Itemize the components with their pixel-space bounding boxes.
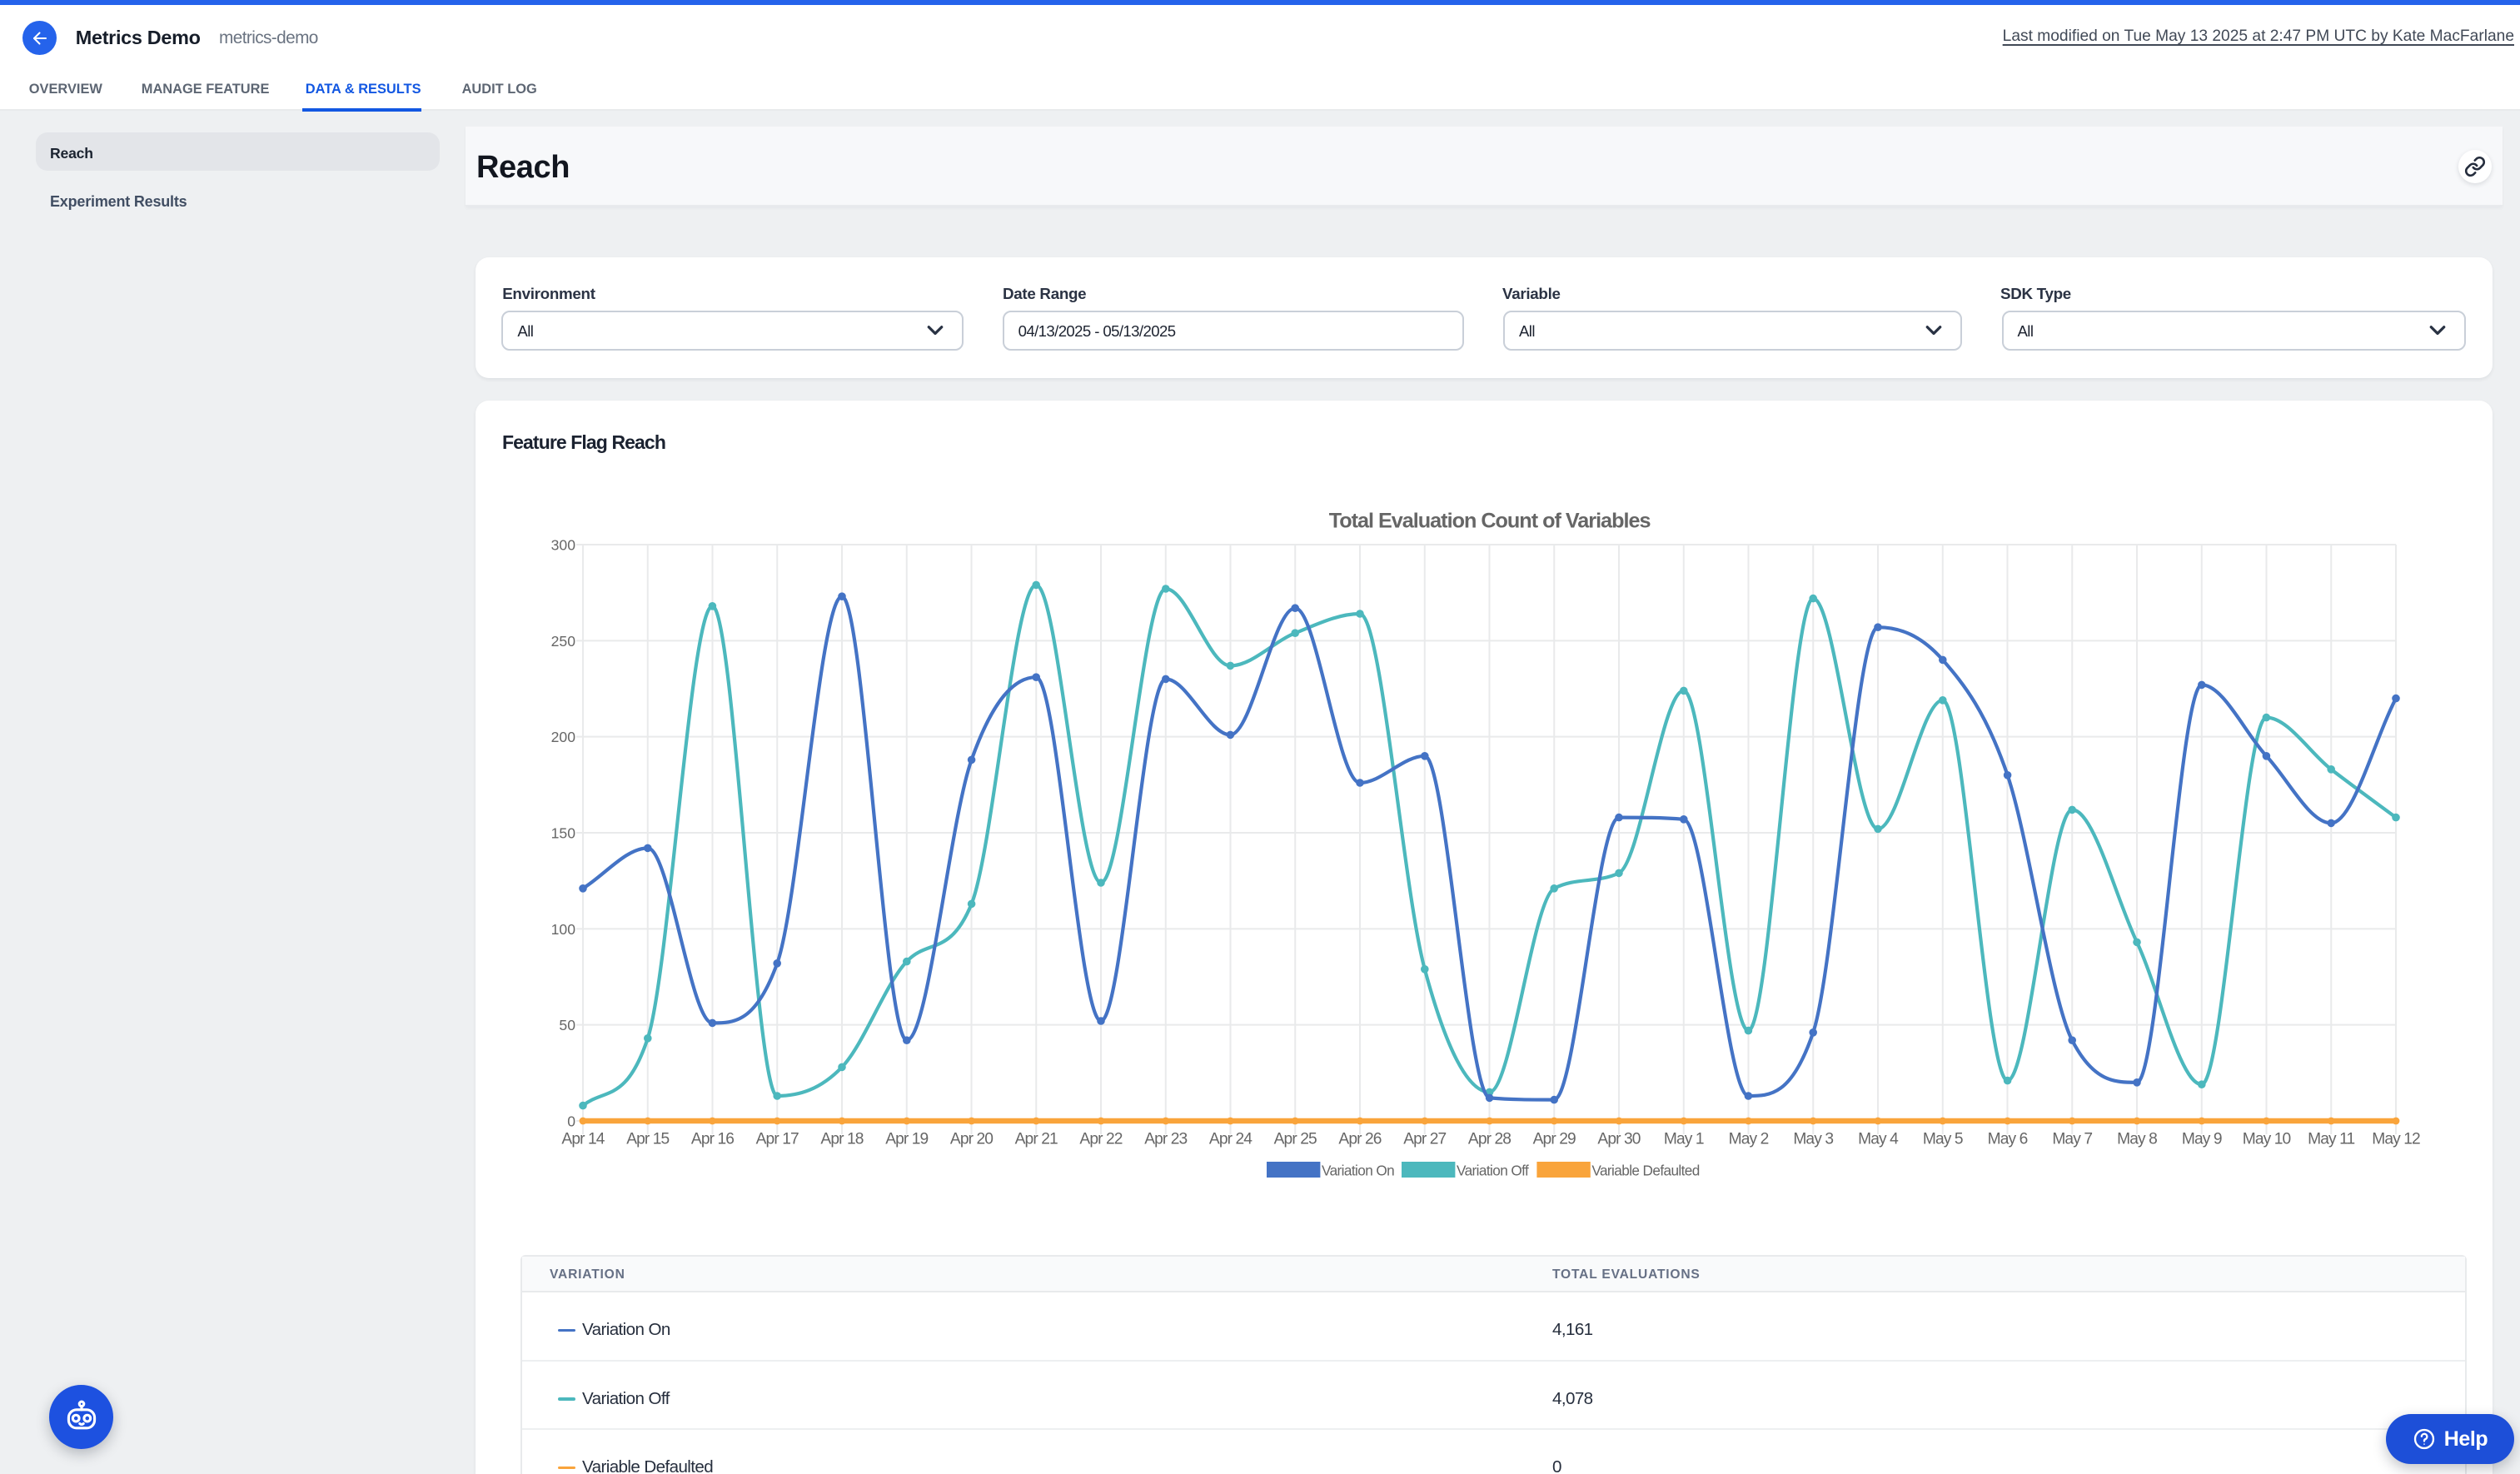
- svg-text:Variation Off: Variation Off: [1457, 1163, 1529, 1179]
- svg-text:May 7: May 7: [2052, 1130, 2092, 1148]
- svg-text:Apr 27: Apr 27: [1403, 1130, 1446, 1148]
- svg-text:150: 150: [551, 824, 576, 841]
- svg-text:Apr 23: Apr 23: [1144, 1130, 1187, 1148]
- svg-text:100: 100: [551, 921, 576, 938]
- svg-text:May 11: May 11: [2308, 1130, 2354, 1148]
- svg-text:250: 250: [551, 633, 576, 650]
- svg-text:May 9: May 9: [2182, 1130, 2222, 1148]
- svg-text:Apr 24: Apr 24: [1209, 1130, 1253, 1148]
- svg-text:May 10: May 10: [2243, 1130, 2291, 1148]
- svg-text:May 1: May 1: [1664, 1130, 1704, 1148]
- svg-text:May 3: May 3: [1793, 1130, 1833, 1148]
- svg-text:300: 300: [551, 536, 576, 553]
- svg-text:May 12: May 12: [2372, 1130, 2420, 1148]
- svg-text:May 2: May 2: [1729, 1130, 1769, 1148]
- svg-text:Apr 30: Apr 30: [1597, 1130, 1640, 1148]
- svg-text:Apr 21: Apr 21: [1015, 1130, 1058, 1148]
- svg-text:May 5: May 5: [1923, 1130, 1963, 1148]
- svg-text:Apr 18: Apr 18: [820, 1130, 863, 1148]
- svg-text:May 6: May 6: [1988, 1130, 2028, 1148]
- svg-text:May 8: May 8: [2117, 1130, 2157, 1148]
- svg-text:Apr 26: Apr 26: [1338, 1130, 1381, 1148]
- svg-text:50: 50: [559, 1017, 575, 1033]
- svg-text:200: 200: [551, 729, 576, 745]
- svg-text:Apr 16: Apr 16: [691, 1130, 734, 1148]
- svg-text:Apr 20: Apr 20: [950, 1130, 993, 1148]
- svg-text:Total Evaluation Count of Vari: Total Evaluation Count of Variables: [1329, 510, 1651, 533]
- svg-text:Variable Defaulted: Variable Defaulted: [1591, 1163, 1699, 1179]
- svg-text:Apr 29: Apr 29: [1533, 1130, 1576, 1148]
- svg-text:Apr 14: Apr 14: [561, 1130, 605, 1148]
- svg-text:Variation On: Variation On: [1322, 1163, 1394, 1179]
- svg-text:Apr 19: Apr 19: [885, 1130, 928, 1148]
- svg-text:0: 0: [567, 1113, 575, 1129]
- svg-text:Apr 25: Apr 25: [1274, 1130, 1317, 1148]
- svg-text:Apr 17: Apr 17: [756, 1130, 799, 1148]
- svg-text:Apr 28: Apr 28: [1468, 1130, 1511, 1148]
- svg-text:Apr 15: Apr 15: [626, 1130, 669, 1148]
- svg-text:Apr 22: Apr 22: [1079, 1130, 1122, 1148]
- svg-text:May 4: May 4: [1858, 1130, 1899, 1148]
